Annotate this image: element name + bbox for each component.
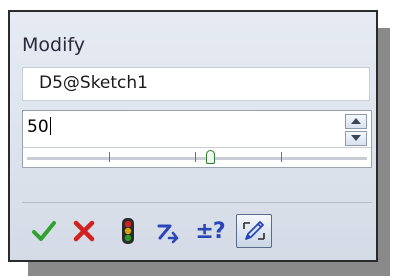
spin-up-button[interactable] [345,114,367,129]
reverse-sense-button[interactable] [152,214,184,248]
reverse-sense-icon [157,224,179,244]
value-spinbox: 50 [22,110,372,168]
value-text: 50 [27,117,49,137]
text-caret [49,117,51,135]
modify-dialog: Modify D5@Sketch1 50 ±? [8,10,378,262]
help-button[interactable]: ±? [190,214,230,248]
dimension-name-field[interactable]: D5@Sketch1 [22,67,370,101]
ok-button[interactable] [28,214,60,248]
thumbwheel-slider[interactable] [23,147,371,168]
slider-tick [281,152,282,162]
cancel-button[interactable] [68,214,100,248]
ok-icon [32,221,56,241]
arrow-up-icon [351,118,361,124]
dialog-title: Modify [22,34,85,56]
spin-down-button[interactable] [345,131,367,146]
slider-tick [195,152,196,162]
dialog-toolbar: ±? [28,214,358,256]
arrow-down-icon [351,135,361,141]
spin-buttons [345,114,367,146]
value-input[interactable]: 50 [23,111,323,147]
cancel-icon [73,220,95,242]
separator [22,202,372,203]
help-icon: ±? [195,218,225,244]
rebuild-button[interactable] [112,214,144,248]
slider-track [27,157,367,160]
mark-for-drawing-icon [243,221,265,240]
slider-thumb[interactable] [206,150,216,164]
mark-for-drawing-button[interactable] [236,214,272,248]
rebuild-icon [122,218,134,244]
slider-tick [109,152,110,162]
